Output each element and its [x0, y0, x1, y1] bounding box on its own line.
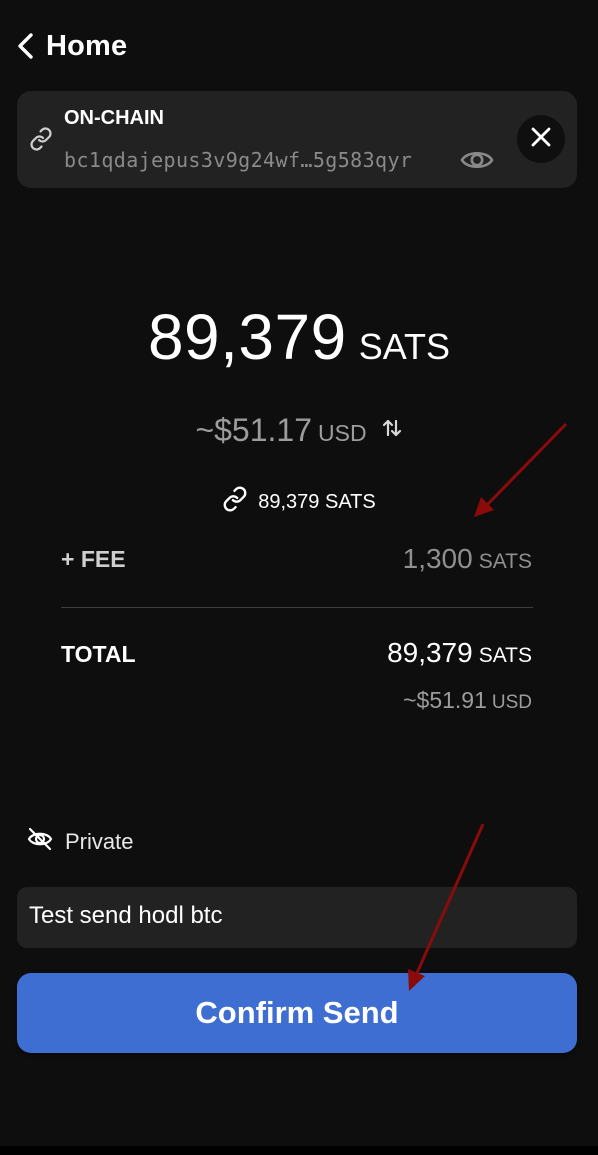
destination-address: bc1qdajepus3v9g24wf…5g583qyr — [64, 148, 413, 172]
close-button[interactable] — [517, 115, 565, 163]
swap-vertical-icon[interactable] — [381, 417, 403, 444]
fee-label: + FEE — [61, 546, 126, 572]
amount-value: 89,379 — [147, 301, 347, 373]
private-label: Private — [65, 828, 134, 854]
close-icon — [530, 126, 552, 153]
private-toggle[interactable]: Private — [27, 826, 133, 857]
fiat-currency: USD — [318, 420, 367, 446]
bottom-bar — [0, 1146, 598, 1155]
total-fiat-value: ~$51.91 — [403, 687, 487, 713]
note-input[interactable]: Test send hodl btc — [17, 887, 577, 948]
onchain-amount: 89,379 SATS — [0, 486, 598, 518]
total-fiat: ~$51.91 USD — [403, 687, 532, 714]
back-button[interactable]: Home — [16, 26, 127, 66]
confirm-send-button[interactable]: Confirm Send — [17, 973, 577, 1053]
fee-value: 1,300 — [402, 543, 473, 574]
total-fiat-currency: USD — [491, 692, 532, 713]
destination-card: ON-CHAIN bc1qdajepus3v9g24wf…5g583qyr — [17, 91, 577, 188]
total-unit: SATS — [478, 644, 532, 667]
link-icon — [29, 127, 53, 156]
fee-unit: SATS — [478, 550, 532, 573]
fiat-value: ~$51.17 — [195, 412, 312, 448]
chevron-left-icon — [16, 32, 34, 60]
amount-unit: SATS — [358, 326, 451, 367]
eye-icon[interactable] — [460, 147, 494, 178]
total-label: TOTAL — [61, 641, 136, 667]
send-amount: 89,379 SATS — [0, 300, 598, 374]
onchain-amount-text: 89,379 SATS — [258, 490, 376, 513]
page-title: Home — [46, 29, 128, 62]
link-icon — [222, 486, 248, 518]
fiat-amount: ~$51.17 USD — [0, 412, 598, 449]
destination-type: ON-CHAIN — [64, 107, 164, 129]
fee-amount: 1,300 SATS — [403, 543, 532, 575]
total-value: 89,379 — [387, 637, 473, 668]
total-amount: 89,379 SATS — [387, 637, 532, 669]
divider — [61, 607, 533, 608]
eye-off-icon — [27, 826, 53, 857]
